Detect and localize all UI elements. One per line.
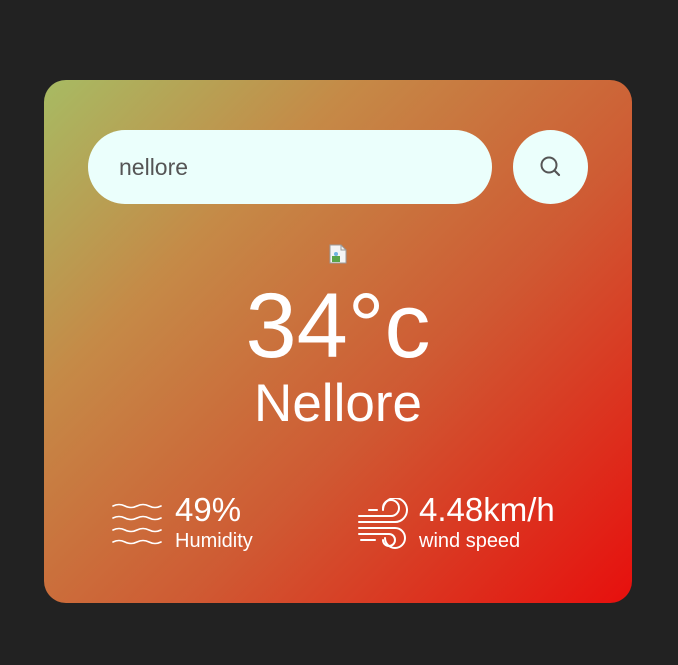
- humidity-label: Humidity: [175, 530, 253, 552]
- city-name: Nellore: [254, 374, 422, 433]
- search-button[interactable]: [513, 130, 588, 204]
- search-input[interactable]: [88, 130, 492, 204]
- search-icon: [540, 156, 560, 177]
- humidity-value: 49%: [175, 491, 242, 528]
- wind-icon: [358, 498, 408, 549]
- wind-value: 4.48km/h: [419, 491, 555, 528]
- humidity-waves-icon: [112, 503, 162, 545]
- wind-label: wind speed: [419, 530, 521, 552]
- temperature: 34°c: [245, 275, 431, 377]
- weather-card: 34°c Nellore 49% Humidity 4.48km/h wind …: [44, 80, 632, 603]
- weather-icon: [329, 244, 347, 264]
